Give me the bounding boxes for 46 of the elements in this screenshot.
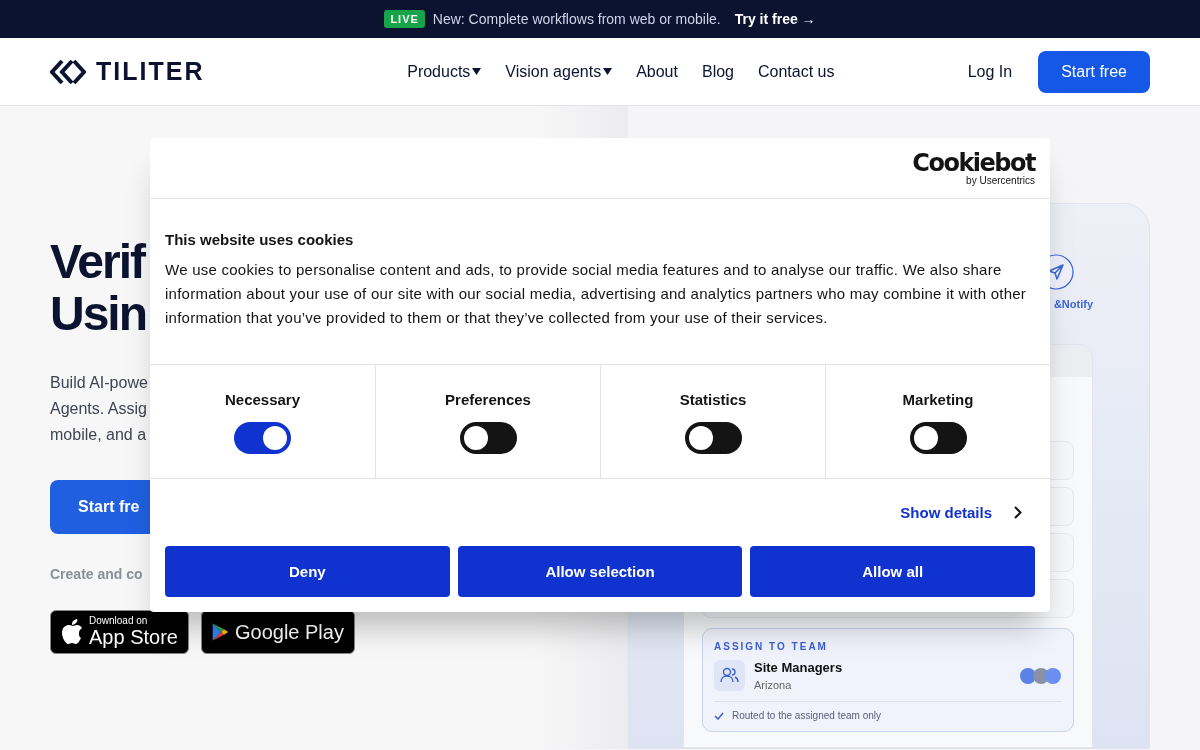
google-play-badge[interactable]: Google Play: [200, 610, 355, 654]
dialog-text: We use cookies to personalise content and ads, to provide social media features and to analyse our traffic. We also share information about your use of our site with our social media, advertising and analytics partners who may combine it with other information that you’ve provided to them or that they’ve collected from your use of their services.: [165, 260, 1028, 328]
card-title: ASSIGN TO TEAM: [714, 641, 829, 652]
live-badge: LIVE: [384, 10, 425, 28]
caption-text: Create and co: [50, 566, 143, 582]
note-text: Routed to the assigned team only: [732, 710, 881, 721]
brand-logo: Cookiebot: [912, 150, 1035, 175]
badge-text: App Store: [89, 626, 178, 648]
badge-small-text: Download on: [89, 616, 149, 626]
chevron-icon: [1014, 506, 1022, 519]
hero-heading: Verif Usin: [50, 236, 146, 340]
nav-item[interactable]: Products: [407, 62, 482, 81]
badge-text: Google Play: [235, 621, 344, 643]
toggle-switch[interactable]: [909, 422, 967, 454]
step-label: &Notify: [1053, 298, 1093, 310]
announcement-text: New: Complete workflows from web or mobile.: [432, 11, 721, 27]
apple-icon: [61, 619, 83, 645]
check-icon: [714, 711, 724, 720]
logo-icon: [50, 58, 86, 85]
hero-paragraph: Build AI-powe Agents. Assig mobile, and a: [50, 373, 148, 445]
dialog-title: This website uses cookies: [165, 231, 355, 248]
logo-text: TILITER: [96, 57, 205, 86]
consent-button[interactable]: Allow all: [750, 546, 1035, 597]
team-name: Site Managers: [754, 660, 843, 675]
consent-button[interactable]: Deny: [165, 546, 450, 597]
nav-item[interactable]: About: [636, 62, 678, 81]
nav-item[interactable]: Blog: [701, 62, 734, 81]
app-store-badge[interactable]: Download on App Store: [50, 610, 189, 654]
start-free-button[interactable]: Start free: [1038, 50, 1150, 93]
show-details-link[interactable]: Show details: [894, 503, 998, 522]
login-link[interactable]: Log In: [961, 61, 1019, 82]
consent-button[interactable]: Allow selection: [457, 546, 743, 597]
team-location: Arizona: [754, 679, 793, 691]
category-label: Necessary: [224, 391, 301, 408]
brand-subtitle: by Usercentrics: [966, 174, 1035, 186]
toggle-switch[interactable]: [234, 422, 291, 454]
category-label: Preferences: [445, 391, 531, 408]
try-free-link[interactable]: Try it free →: [734, 11, 816, 27]
nav-item[interactable]: Vision agents: [505, 62, 613, 81]
toggle-switch[interactable]: [684, 422, 742, 454]
toggle-switch[interactable]: [459, 422, 517, 454]
nav-item[interactable]: Contact us: [758, 62, 835, 81]
category-label: Marketing: [902, 391, 974, 408]
team-icon: [714, 660, 745, 691]
category-label: Statistics: [679, 391, 747, 408]
avatar-group: [1020, 666, 1062, 685]
